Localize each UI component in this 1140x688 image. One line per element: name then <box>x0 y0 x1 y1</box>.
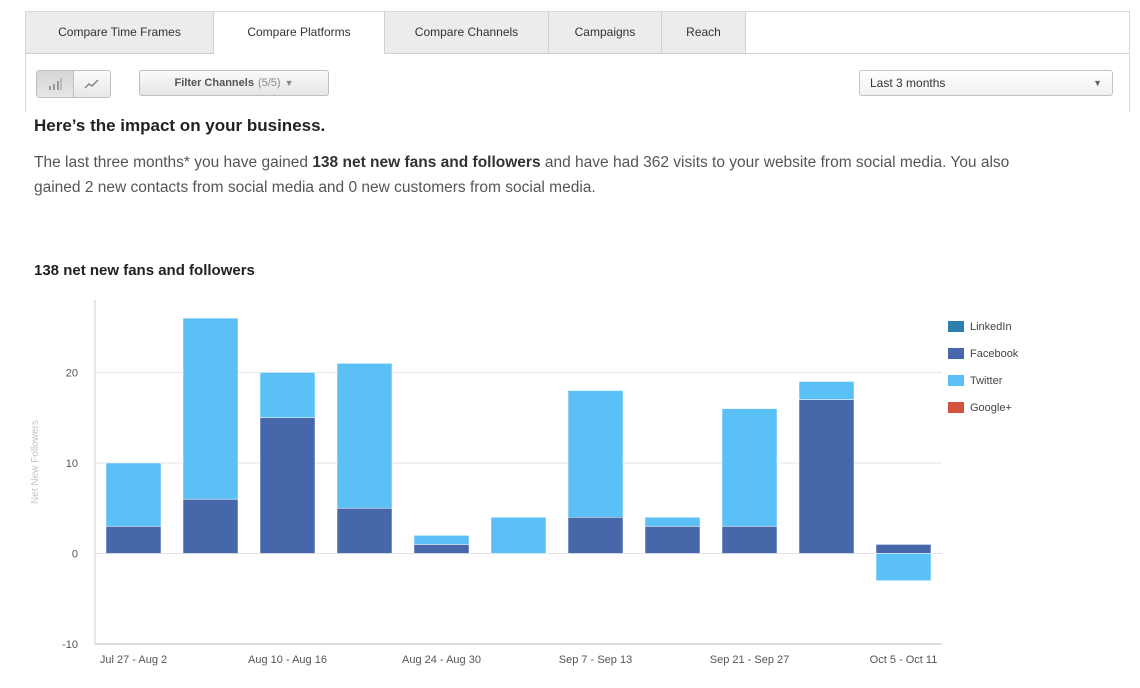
legend-swatch <box>948 402 964 413</box>
chart-toolbar: Filter Channels (5/5) ▼ Last 3 months ▼ <box>26 54 1129 112</box>
bar-segment-facebook <box>182 498 239 554</box>
chevron-down-icon: ▼ <box>284 78 294 88</box>
x-tick-label: Aug 10 - Aug 16 <box>248 654 327 666</box>
y-tick-label: 20 <box>66 367 78 379</box>
tab-compare-platforms[interactable]: Compare Platforms <box>214 12 385 54</box>
bar-segment-facebook <box>875 544 932 554</box>
bar-segment-twitter <box>105 462 162 527</box>
chart-title: 138 net new fans and followers <box>34 262 255 279</box>
tabs-filler <box>746 12 1129 54</box>
chart-legend: LinkedIn Facebook Twitter Google+ <box>948 313 1018 421</box>
tab-compare-time-frames[interactable]: Compare Time Frames <box>26 12 214 54</box>
bar-segment-facebook <box>644 526 701 554</box>
legend-swatch <box>948 375 964 386</box>
impact-headline: Here’s the impact on your business. <box>34 116 326 135</box>
tab-reach[interactable]: Reach <box>662 12 746 54</box>
filter-channels-label: Filter Channels <box>174 77 254 89</box>
bar-segment-twitter <box>490 517 547 554</box>
x-tick-label: Jul 27 - Aug 2 <box>100 654 167 666</box>
legend-item-linkedin[interactable]: LinkedIn <box>948 313 1018 340</box>
legend-item-facebook[interactable]: Facebook <box>948 340 1018 367</box>
bar-segment-twitter <box>721 408 778 527</box>
chart-view-toggle <box>36 70 111 98</box>
summary-highlight: 138 net new fans and followers <box>312 154 541 171</box>
bar-segment-twitter <box>644 517 701 527</box>
bar-segment-twitter <box>182 317 239 500</box>
legend-label: Twitter <box>970 374 1003 387</box>
bar-segment-facebook <box>567 517 624 554</box>
bar-segment-twitter <box>413 535 470 545</box>
legend-label: LinkedIn <box>970 320 1012 333</box>
bar-segment-facebook <box>105 526 162 554</box>
line-chart-view-button[interactable] <box>73 71 110 97</box>
x-tick-label: Sep 21 - Sep 27 <box>710 654 790 666</box>
bar-segment-twitter <box>259 372 316 418</box>
bar-segment-twitter <box>798 381 855 400</box>
legend-item-google-[interactable]: Google+ <box>948 394 1018 421</box>
timeframe-value: Last 3 months <box>870 76 946 90</box>
bar-segment-facebook <box>336 507 393 554</box>
y-tick-label: -10 <box>62 639 78 651</box>
filter-channels-button[interactable]: Filter Channels (5/5) ▼ <box>139 70 329 96</box>
y-axis-title: Net New Followers <box>30 420 41 504</box>
x-tick-label: Oct 5 - Oct 11 <box>870 654 938 666</box>
bar-segment-twitter <box>875 553 932 581</box>
tab-compare-channels[interactable]: Compare Channels <box>385 12 549 54</box>
legend-swatch <box>948 321 964 332</box>
bar-segment-twitter <box>567 390 624 518</box>
bar-chart-view-button[interactable] <box>37 71 73 97</box>
legend-swatch <box>948 348 964 359</box>
legend-label: Facebook <box>970 347 1019 360</box>
line-chart-icon <box>84 79 99 89</box>
summary-text-start: The last three months* you have gained <box>34 154 313 171</box>
legend-item-twitter[interactable]: Twitter <box>948 367 1018 394</box>
y-tick-label: 0 <box>72 548 78 560</box>
y-tick-label: 10 <box>66 458 78 470</box>
x-tick-label: Aug 24 - Aug 30 <box>402 654 481 666</box>
bar-segment-facebook <box>721 526 778 554</box>
bar-segment-twitter <box>336 363 393 509</box>
bar-segment-facebook <box>798 399 855 554</box>
filter-channels-count: (5/5) <box>257 77 281 89</box>
report-tabs: Compare Time Frames Compare Platforms Co… <box>26 12 746 54</box>
report-panel: Compare Time Frames Compare Platforms Co… <box>25 11 1130 112</box>
bar-segment-facebook <box>259 417 316 554</box>
dropdown-arrow-icon: ▼ <box>1093 78 1102 88</box>
x-tick-label: Sep 7 - Sep 13 <box>559 654 632 666</box>
tab-campaigns[interactable]: Campaigns <box>549 12 662 54</box>
bar-chart-icon <box>49 78 62 90</box>
legend-label: Google+ <box>970 401 1012 414</box>
bar-segment-facebook <box>413 544 470 554</box>
timeframe-select[interactable]: Last 3 months ▼ <box>859 70 1113 96</box>
impact-summary: The last three months* you have gained 1… <box>34 150 1034 200</box>
